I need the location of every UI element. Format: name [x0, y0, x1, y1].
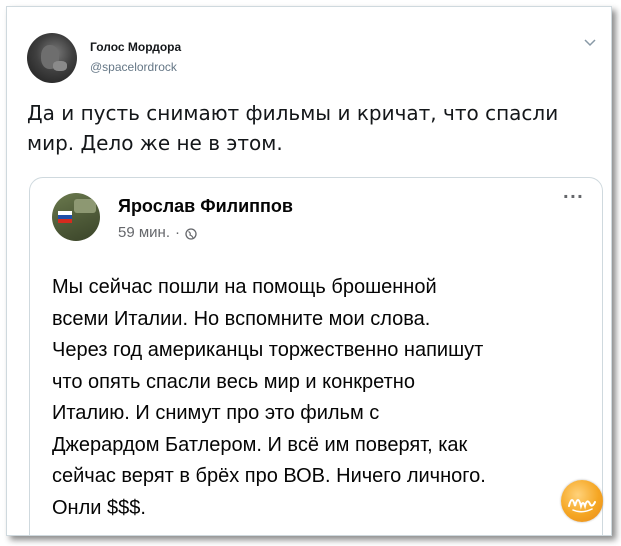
chevron-down-icon[interactable]	[583, 39, 597, 49]
tweet-card: Голос Мордора @spacelordrock Да и пусть …	[6, 6, 612, 536]
chevron-down-icon-svg	[584, 39, 596, 47]
post-time[interactable]: 59 мин.	[118, 224, 170, 241]
post-text-line: Джерардом Батлером. И всё им поверят, ка…	[52, 433, 468, 456]
avatar-hand	[53, 61, 67, 71]
author-name[interactable]: Голос Мордора	[90, 40, 181, 54]
embedded-post-card[interactable]: Ярослав Филиппов 59 мин. · ··· Мы сейчас…	[29, 177, 603, 535]
post-text-line: Мы сейчас пошли на помощь брошенной	[52, 276, 437, 298]
more-options-icon[interactable]: ···	[563, 189, 584, 205]
flag-icon	[58, 211, 72, 223]
tweet-text: Да и пусть снимают фильмы и кричат, что …	[27, 101, 559, 155]
post-text-line: Италию. И снимут про это фильм с	[52, 402, 380, 424]
embedded-post-text: Мы сейчас пошли на помощь брошенной всем…	[52, 272, 587, 524]
author-handle[interactable]: @spacelordrock	[90, 60, 177, 74]
post-text-line: Онли $$$.	[52, 496, 146, 519]
post-text-line: сейчас верят в брёх про ВОВ. Ничего личн…	[52, 465, 486, 487]
author-avatar[interactable]	[27, 33, 77, 83]
nyka-logo-icon	[561, 480, 603, 522]
post-text-line: что опять спасли весь мир и конкретно	[52, 370, 415, 393]
post-text-line: Через год американцы торжественно напишу…	[52, 339, 484, 361]
embedded-author-avatar[interactable]	[52, 193, 100, 241]
nyka-logo-svg	[568, 499, 596, 513]
embedded-author-name[interactable]: Ярослав Филиппов	[118, 196, 293, 217]
post-text-line: всеми Италии. Но вспомните мои слова.	[52, 307, 431, 330]
embedded-post-meta: 59 мин. ·	[118, 224, 197, 241]
meta-separator: ·	[175, 224, 180, 241]
avatar-patch	[74, 199, 96, 213]
globe-icon	[185, 227, 197, 240]
